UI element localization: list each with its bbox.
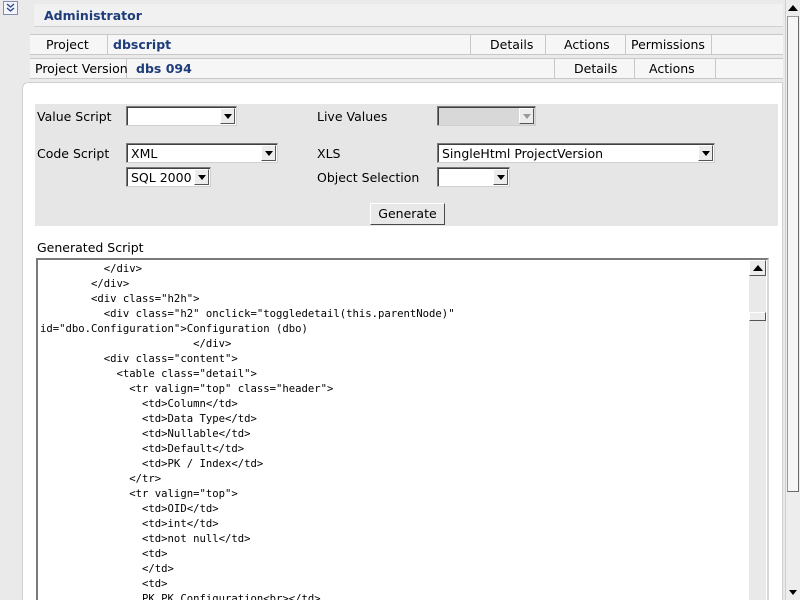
code-script-select[interactable]: XML xyxy=(126,143,278,163)
page-scrollbar[interactable] xyxy=(785,0,800,600)
value-script-label: Value Script xyxy=(37,109,112,124)
version-details-link[interactable]: Details xyxy=(555,59,635,78)
header-bar xyxy=(34,4,783,27)
chevron-down-icon xyxy=(493,169,508,185)
script-scroll-thumb[interactable] xyxy=(749,312,766,321)
script-scrollbar[interactable] xyxy=(749,260,766,600)
chevron-down-icon xyxy=(698,145,713,161)
sql-dialect-select[interactable]: SQL 2000 xyxy=(126,167,211,187)
generated-script-text[interactable]: </div> </div> <div class="h2h"> <div cla… xyxy=(40,262,748,600)
version-value[interactable]: dbs 094 xyxy=(131,59,555,78)
project-label: Project xyxy=(30,35,108,54)
page-scroll-down-icon[interactable] xyxy=(786,585,800,600)
value-script-select[interactable] xyxy=(126,106,237,126)
live-values-select[interactable] xyxy=(437,106,536,126)
scroll-up-icon[interactable] xyxy=(749,260,766,276)
version-label: Project Version xyxy=(30,59,128,78)
generated-script-label: Generated Script xyxy=(37,240,144,255)
chevron-down-icon xyxy=(220,108,235,124)
project-details-link[interactable]: Details xyxy=(471,35,546,54)
chevron-down-icon xyxy=(261,145,276,161)
project-value[interactable]: dbscript xyxy=(108,35,471,54)
object-selection-select[interactable] xyxy=(437,167,510,187)
project-row-spacer xyxy=(712,35,783,54)
object-selection-label: Object Selection xyxy=(317,170,420,185)
version-actions-link[interactable]: Actions xyxy=(635,59,716,78)
collapse-toggle-icon[interactable] xyxy=(3,1,18,15)
code-script-label: Code Script xyxy=(37,146,110,161)
project-permissions-link[interactable]: Permissions xyxy=(626,35,712,54)
page-scroll-thumb[interactable] xyxy=(787,16,799,492)
xls-select[interactable]: SingleHtml ProjectVersion xyxy=(437,143,715,163)
live-values-label: Live Values xyxy=(317,109,388,124)
version-row-spacer xyxy=(716,59,783,78)
version-row: Project Version dbs 094 Details Actions xyxy=(30,58,783,79)
page-title: Administrator xyxy=(44,8,142,23)
project-row: Project dbscript Details Actions Permiss… xyxy=(30,34,783,55)
page-scroll-up-icon[interactable] xyxy=(786,0,800,15)
project-actions-link[interactable]: Actions xyxy=(546,35,626,54)
chevron-down-icon xyxy=(194,169,209,185)
xls-label: XLS xyxy=(317,146,341,161)
generate-button[interactable]: Generate xyxy=(370,203,445,225)
chevron-down-icon xyxy=(519,108,534,124)
